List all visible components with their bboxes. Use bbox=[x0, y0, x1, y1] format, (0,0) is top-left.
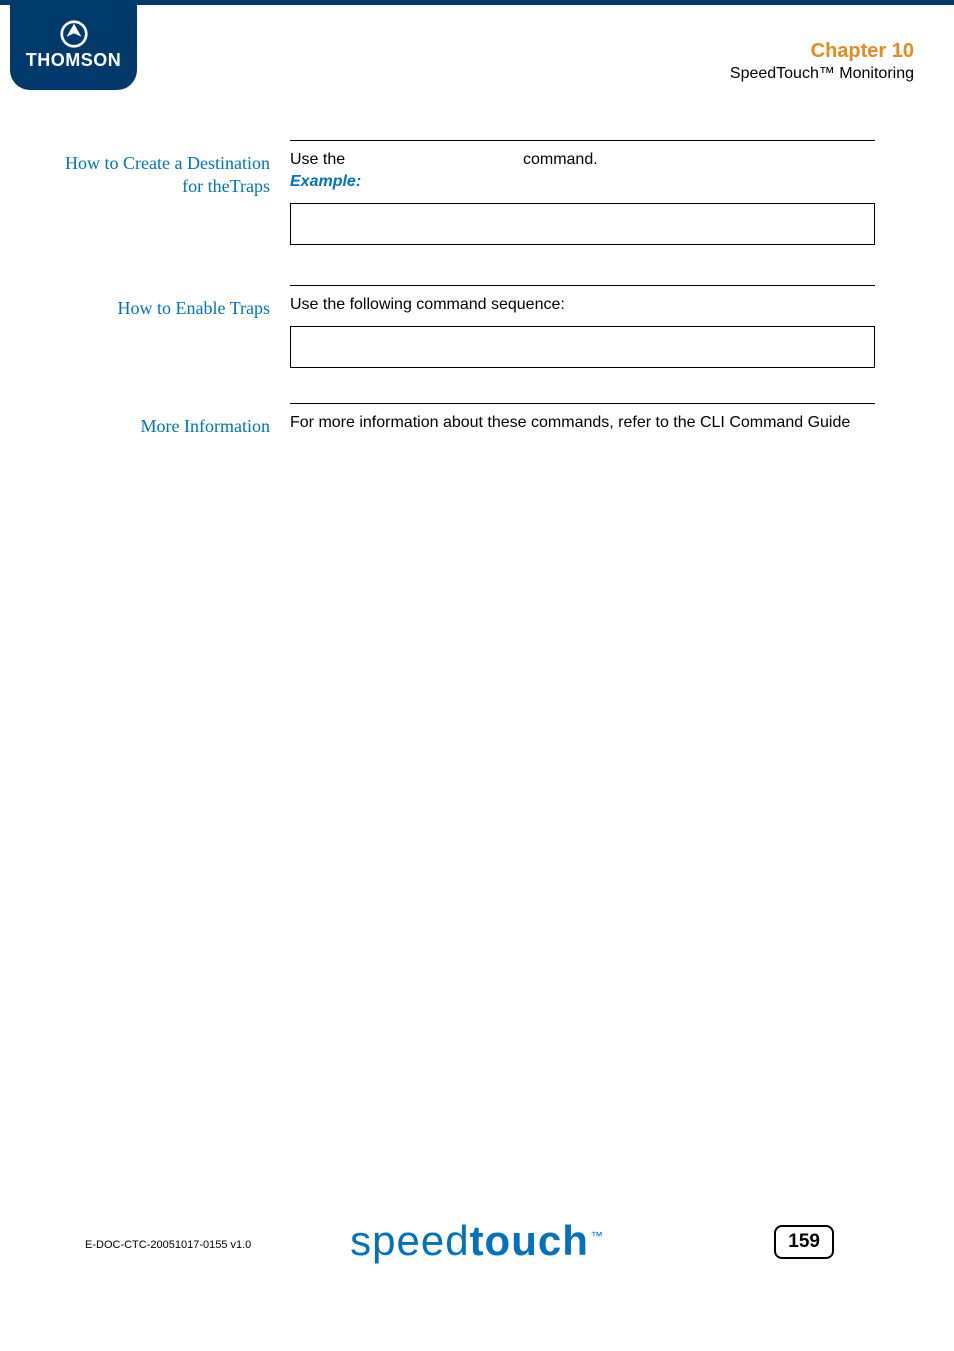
rule bbox=[290, 403, 875, 404]
brand-logo: speedtouch™ bbox=[350, 1217, 604, 1265]
side-heading-more-info: More Information bbox=[50, 415, 270, 438]
brand-tm: ™ bbox=[591, 1229, 604, 1243]
brand-thin: speed bbox=[350, 1217, 469, 1264]
footer: E-DOC-CTC-20051017-0155 v1.0 speedtouch™… bbox=[0, 1191, 954, 1251]
side-heading-create-destination: How to Create a Destination for theTraps bbox=[50, 152, 270, 199]
section-text: Use the following command sequence: bbox=[290, 296, 875, 314]
side-heading-enable-traps: How to Enable Traps bbox=[50, 297, 270, 320]
page-number: 159 bbox=[774, 1225, 834, 1259]
rule bbox=[290, 140, 875, 141]
brand-bold: touch bbox=[470, 1217, 589, 1264]
thomson-icon bbox=[57, 20, 91, 48]
thomson-logo: THOMSON bbox=[10, 0, 137, 90]
section-more-info: For more information about these command… bbox=[290, 403, 875, 432]
header-bar bbox=[0, 0, 954, 5]
code-box-1 bbox=[290, 203, 875, 245]
use-suffix: command. bbox=[523, 151, 598, 168]
header-right: Chapter 10 SpeedTouch™ Monitoring bbox=[730, 40, 914, 83]
rule bbox=[290, 285, 875, 286]
doc-code: E-DOC-CTC-20051017-0155 v1.0 bbox=[85, 1239, 251, 1251]
use-prefix: Use the bbox=[290, 151, 350, 168]
logo-text: THOMSON bbox=[26, 50, 122, 71]
example-label: Example: bbox=[290, 173, 875, 191]
section-create-destination: Use the command. Example: bbox=[290, 140, 875, 245]
code-box-2 bbox=[290, 326, 875, 368]
use-command-line: Use the command. bbox=[290, 151, 875, 169]
section-enable-traps: Use the following command sequence: bbox=[290, 285, 875, 368]
chapter-subtitle: SpeedTouch™ Monitoring bbox=[730, 65, 914, 83]
chapter-label: Chapter 10 bbox=[730, 40, 914, 63]
section-text: For more information about these command… bbox=[290, 414, 875, 432]
